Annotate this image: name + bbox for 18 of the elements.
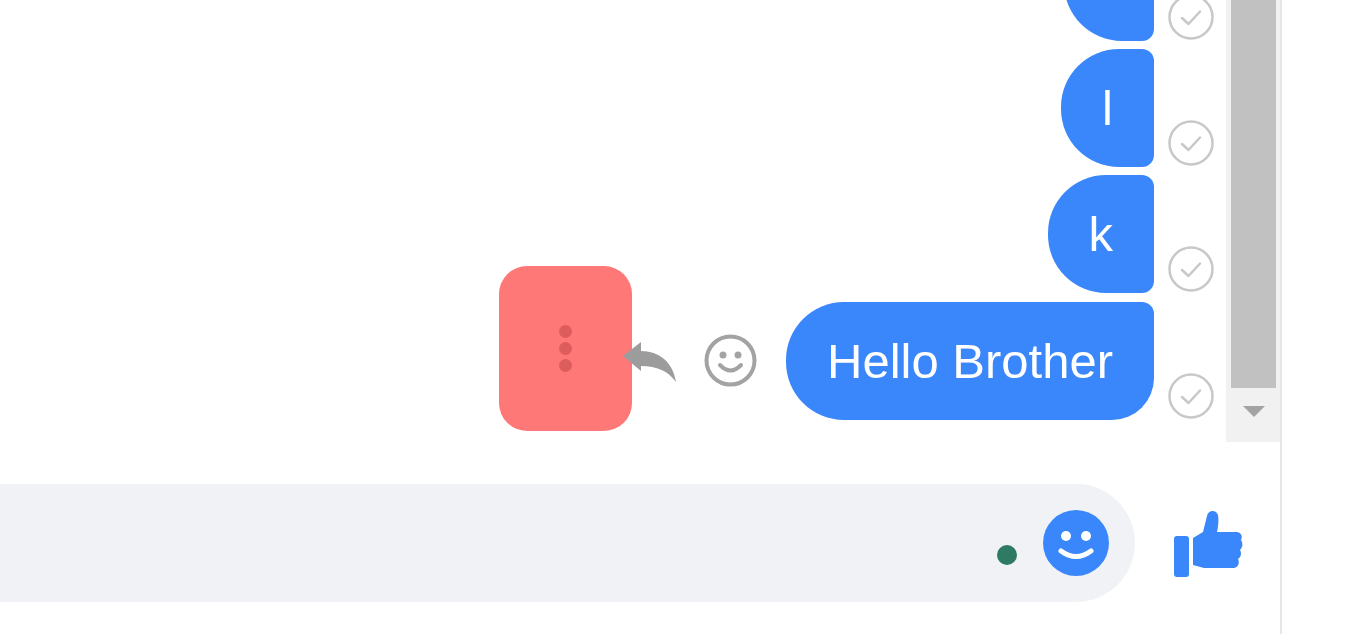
reply-button[interactable] [623,339,677,382]
scrollbar-thumb[interactable] [1231,0,1276,388]
message-field[interactable] [0,484,1135,602]
smiley-icon [704,334,758,387]
three-dots-icon [559,325,573,372]
scrollbar[interactable] [1226,0,1280,442]
message-bubble: Hello Brother [786,302,1154,420]
message-bubble: l [1061,49,1154,167]
smiley-icon [1043,510,1109,576]
more-button[interactable] [499,266,633,431]
react-button[interactable] [704,334,758,387]
reply-arrow-icon [623,339,677,382]
emoji-button[interactable] [1043,510,1109,576]
scroll-down-arrow-icon[interactable] [1242,406,1265,417]
status-dot-icon [997,545,1017,565]
like-button[interactable] [1174,509,1243,577]
thumbs-up-icon [1174,509,1243,577]
message-bubble: k [1047,175,1154,293]
